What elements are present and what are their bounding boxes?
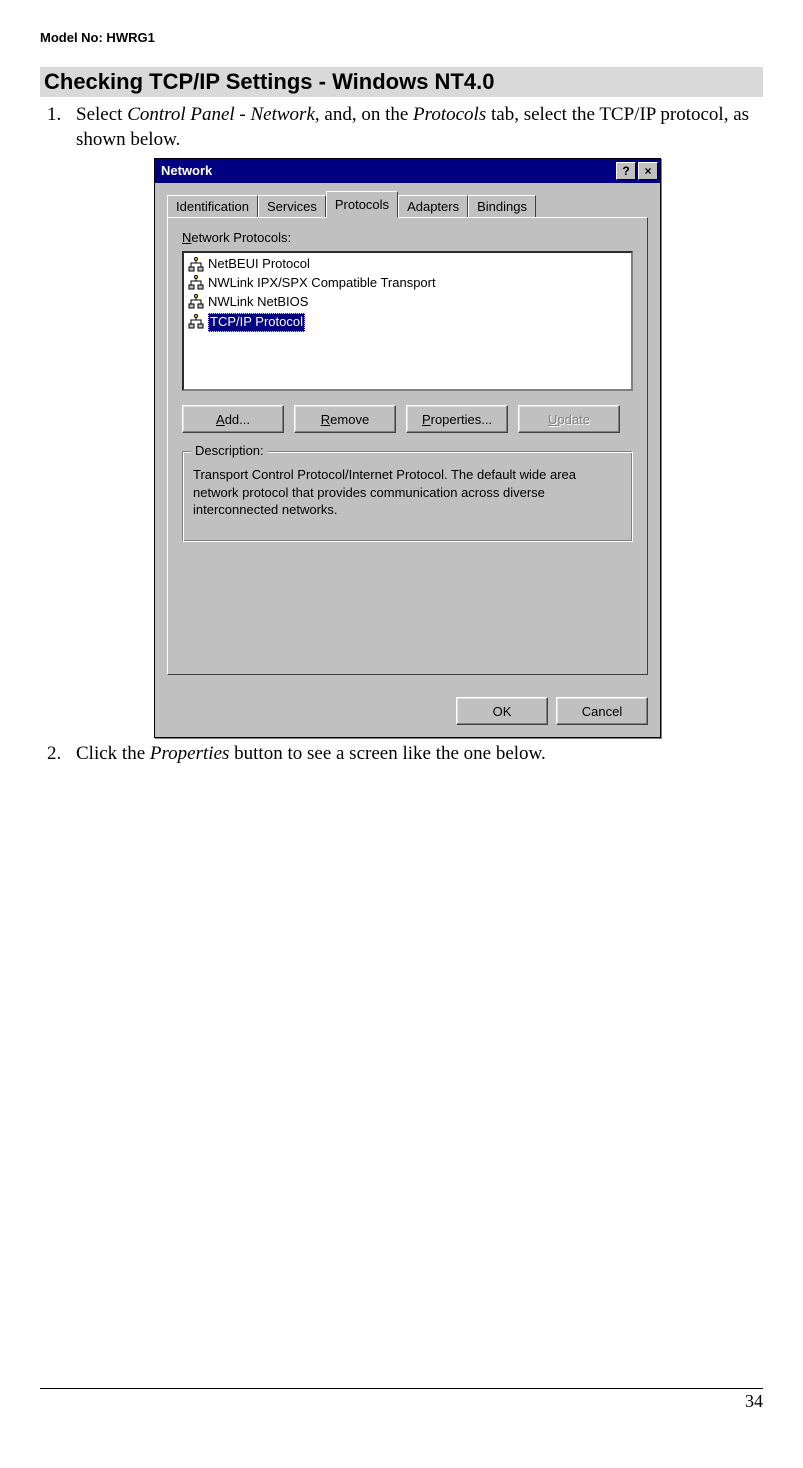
- protocol-icon: [188, 275, 204, 291]
- btn-rest: roperties...: [431, 412, 492, 427]
- description-groupbox: Description: Transport Control Protocol/…: [182, 451, 633, 542]
- tab-services[interactable]: Services: [258, 195, 326, 219]
- properties-button[interactable]: Properties...: [406, 405, 508, 433]
- close-button[interactable]: ×: [638, 162, 658, 180]
- help-button[interactable]: ?: [616, 162, 636, 180]
- step-2-text-b: button to see a screen like the one belo…: [229, 743, 545, 764]
- step-1-text-b: , and, on the: [315, 104, 413, 125]
- protocol-icon: [188, 314, 204, 330]
- titlebar: Network ? ×: [155, 159, 660, 183]
- mn: A: [216, 412, 225, 427]
- protocol-icon: [188, 294, 204, 310]
- step-1: Select Control Panel - Network, and, on …: [66, 103, 763, 738]
- list-item-label: NWLink IPX/SPX Compatible Transport: [208, 275, 436, 292]
- steps-list: Select Control Panel - Network, and, on …: [40, 103, 763, 767]
- label-mnemonic: N: [182, 230, 191, 245]
- btn-rest: pdate: [557, 412, 590, 427]
- step-2-italic-1: Properties: [150, 743, 230, 764]
- step-2: Click the Properties button to see a scr…: [66, 742, 763, 767]
- list-item[interactable]: NWLink NetBIOS: [186, 293, 629, 312]
- list-item[interactable]: NWLink IPX/SPX Compatible Transport: [186, 274, 629, 293]
- tab-page-protocols: Network Protocols: NetBEUI Protocol NWLi…: [167, 217, 648, 675]
- list-item-selected[interactable]: TCP/IP Protocol: [186, 312, 629, 333]
- dialog-title: Network: [161, 163, 614, 180]
- ok-button[interactable]: OK: [456, 697, 548, 725]
- add-button[interactable]: Add...: [182, 405, 284, 433]
- update-button: Update: [518, 405, 620, 433]
- protocol-icon: [188, 257, 204, 273]
- screenshot-network-dialog: Network ? × Identification Services Prot…: [154, 158, 763, 738]
- tab-bindings[interactable]: Bindings: [468, 195, 536, 219]
- list-item-label: NetBEUI Protocol: [208, 256, 310, 273]
- header-model: Model No: HWRG1: [40, 30, 763, 45]
- network-protocols-label: Network Protocols:: [182, 230, 633, 247]
- tabstrip: Identification Services Protocols Adapte…: [167, 191, 648, 218]
- tab-adapters[interactable]: Adapters: [398, 195, 468, 219]
- description-text: Transport Control Protocol/Internet Prot…: [193, 466, 622, 519]
- page-number: 34: [745, 1391, 763, 1411]
- page-footer: 34: [40, 1388, 763, 1412]
- network-dialog: Network ? × Identification Services Prot…: [154, 158, 661, 738]
- protocols-listbox[interactable]: NetBEUI Protocol NWLink IPX/SPX Compatib…: [182, 251, 633, 391]
- btn-rest: dd...: [225, 412, 250, 427]
- tab-identification[interactable]: Identification: [167, 195, 258, 219]
- list-item-label: TCP/IP Protocol: [208, 313, 305, 332]
- list-item-label: NWLink NetBIOS: [208, 294, 308, 311]
- dialog-footer: OK Cancel: [155, 687, 660, 737]
- list-item[interactable]: NetBEUI Protocol: [186, 255, 629, 274]
- cancel-button[interactable]: Cancel: [556, 697, 648, 725]
- step-1-italic-2: Protocols: [413, 104, 486, 125]
- tab-protocols[interactable]: Protocols: [326, 191, 398, 218]
- section-heading: Checking TCP/IP Settings - Windows NT4.0: [40, 67, 763, 97]
- step-1-italic-1: Control Panel - Network: [127, 104, 315, 125]
- button-row: Add... Remove Properties... Update: [182, 405, 633, 433]
- remove-button[interactable]: Remove: [294, 405, 396, 433]
- btn-rest: emove: [330, 412, 369, 427]
- mn: U: [548, 412, 557, 427]
- dialog-body: Identification Services Protocols Adapte…: [155, 183, 660, 687]
- step-1-text-a: Select: [76, 104, 127, 125]
- mn: P: [422, 412, 431, 427]
- mn: R: [321, 412, 330, 427]
- description-legend: Description:: [191, 443, 268, 460]
- step-2-text-a: Click the: [76, 743, 150, 764]
- label-rest: etwork Protocols:: [191, 230, 291, 245]
